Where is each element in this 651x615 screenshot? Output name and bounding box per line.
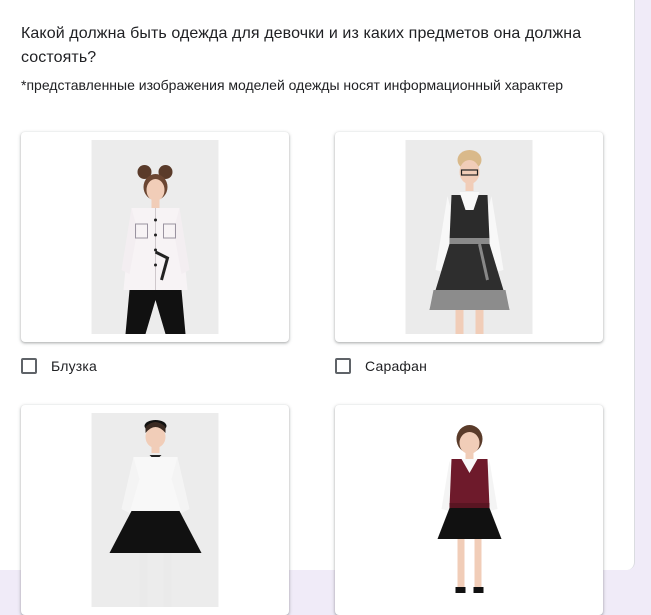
girl-in-white-blouse-photo [91,140,219,334]
girl-in-black-skirt-photo [91,413,219,607]
question-card: Какой должна быть одежда для девочки и и… [0,0,635,615]
checkbox-1[interactable] [21,358,37,374]
option-label-2: Сарафан [365,358,428,374]
option-image-2[interactable] [335,132,603,342]
checkbox-2[interactable] [335,358,351,374]
option-row-1[interactable]: Блузка [21,354,97,378]
question-title: Какой должна быть одежда для девочки и и… [21,25,582,66]
option-row-2[interactable]: Сарафан [335,354,427,378]
question-description: *представленные изображения моделей одеж… [21,77,564,93]
option-image-4[interactable] [335,405,603,615]
option-image-1[interactable] [21,132,289,342]
option-image-3[interactable] [21,405,289,615]
girl-in-burgundy-vest-photo [405,413,533,607]
option-label-1: Блузка [51,358,98,374]
girl-in-grey-sundress-photo [405,140,533,334]
